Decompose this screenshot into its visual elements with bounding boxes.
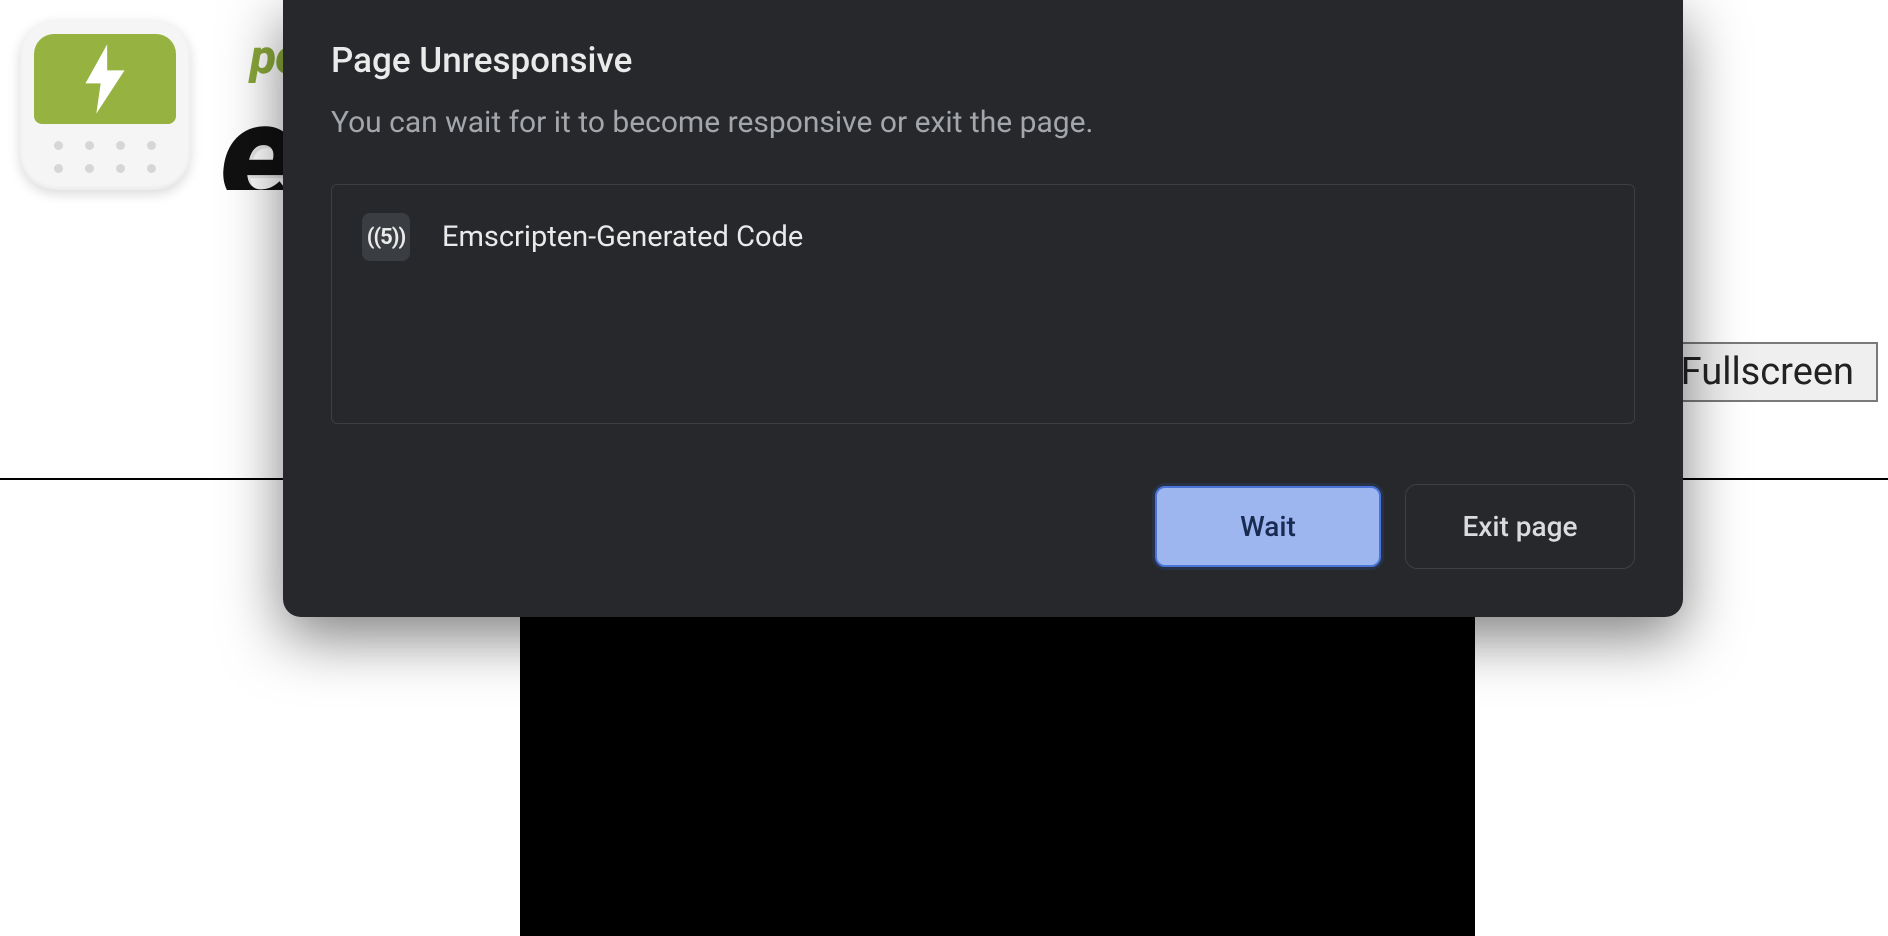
dot-icon (147, 164, 156, 173)
fullscreen-button[interactable]: Fullscreen (1657, 342, 1878, 402)
dot-icon (85, 164, 94, 173)
dialog-subtitle: You can wait for it to become responsive… (331, 105, 1635, 140)
emscripten-app-icon (20, 20, 190, 190)
list-item: ((5)) Emscripten-Generated Code (362, 213, 1604, 261)
dialog-title: Page Unresponsive (331, 40, 1635, 81)
lightning-bolt-icon (79, 44, 131, 114)
wait-button[interactable]: Wait (1153, 484, 1383, 569)
dot-icon (147, 141, 156, 150)
app-icon-dots (34, 138, 176, 176)
exit-page-button[interactable]: Exit page (1405, 484, 1635, 569)
dot-icon (85, 141, 94, 150)
page-name-label: Emscripten-Generated Code (442, 220, 803, 254)
unresponsive-pages-list: ((5)) Emscripten-Generated Code (331, 184, 1635, 424)
dot-icon (116, 164, 125, 173)
dot-icon (116, 141, 125, 150)
app-icon-panel (34, 34, 176, 124)
dot-icon (54, 164, 63, 173)
dot-icon (54, 141, 63, 150)
dialog-button-row: Wait Exit page (331, 484, 1635, 569)
page-unresponsive-dialog: Page Unresponsive You can wait for it to… (283, 0, 1683, 617)
page-favicon-icon: ((5)) (362, 213, 410, 261)
